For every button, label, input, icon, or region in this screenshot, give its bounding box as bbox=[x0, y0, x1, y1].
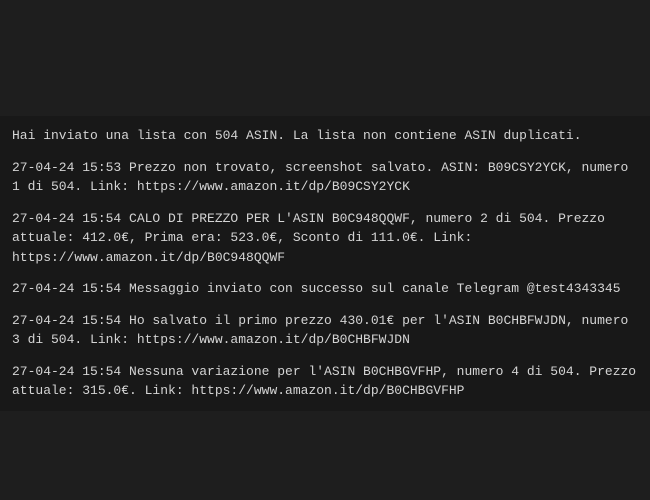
log-entry: 27-04-24 15:54 Ho salvato il primo prezz… bbox=[12, 311, 638, 350]
terminal-output[interactable]: Hai inviato una lista con 504 ASIN. La l… bbox=[0, 116, 650, 411]
log-entry: 27-04-24 15:54 CALO DI PREZZO PER L'ASIN… bbox=[12, 209, 638, 268]
log-header: Hai inviato una lista con 504 ASIN. La l… bbox=[12, 126, 638, 146]
log-entry: 27-04-24 15:53 Prezzo non trovato, scree… bbox=[12, 158, 638, 197]
top-spacer bbox=[0, 0, 650, 116]
log-entry: 27-04-24 15:54 Messaggio inviato con suc… bbox=[12, 279, 638, 299]
log-entry: 27-04-24 15:54 Nessuna variazione per l'… bbox=[12, 362, 638, 401]
bottom-spacer bbox=[0, 411, 650, 441]
